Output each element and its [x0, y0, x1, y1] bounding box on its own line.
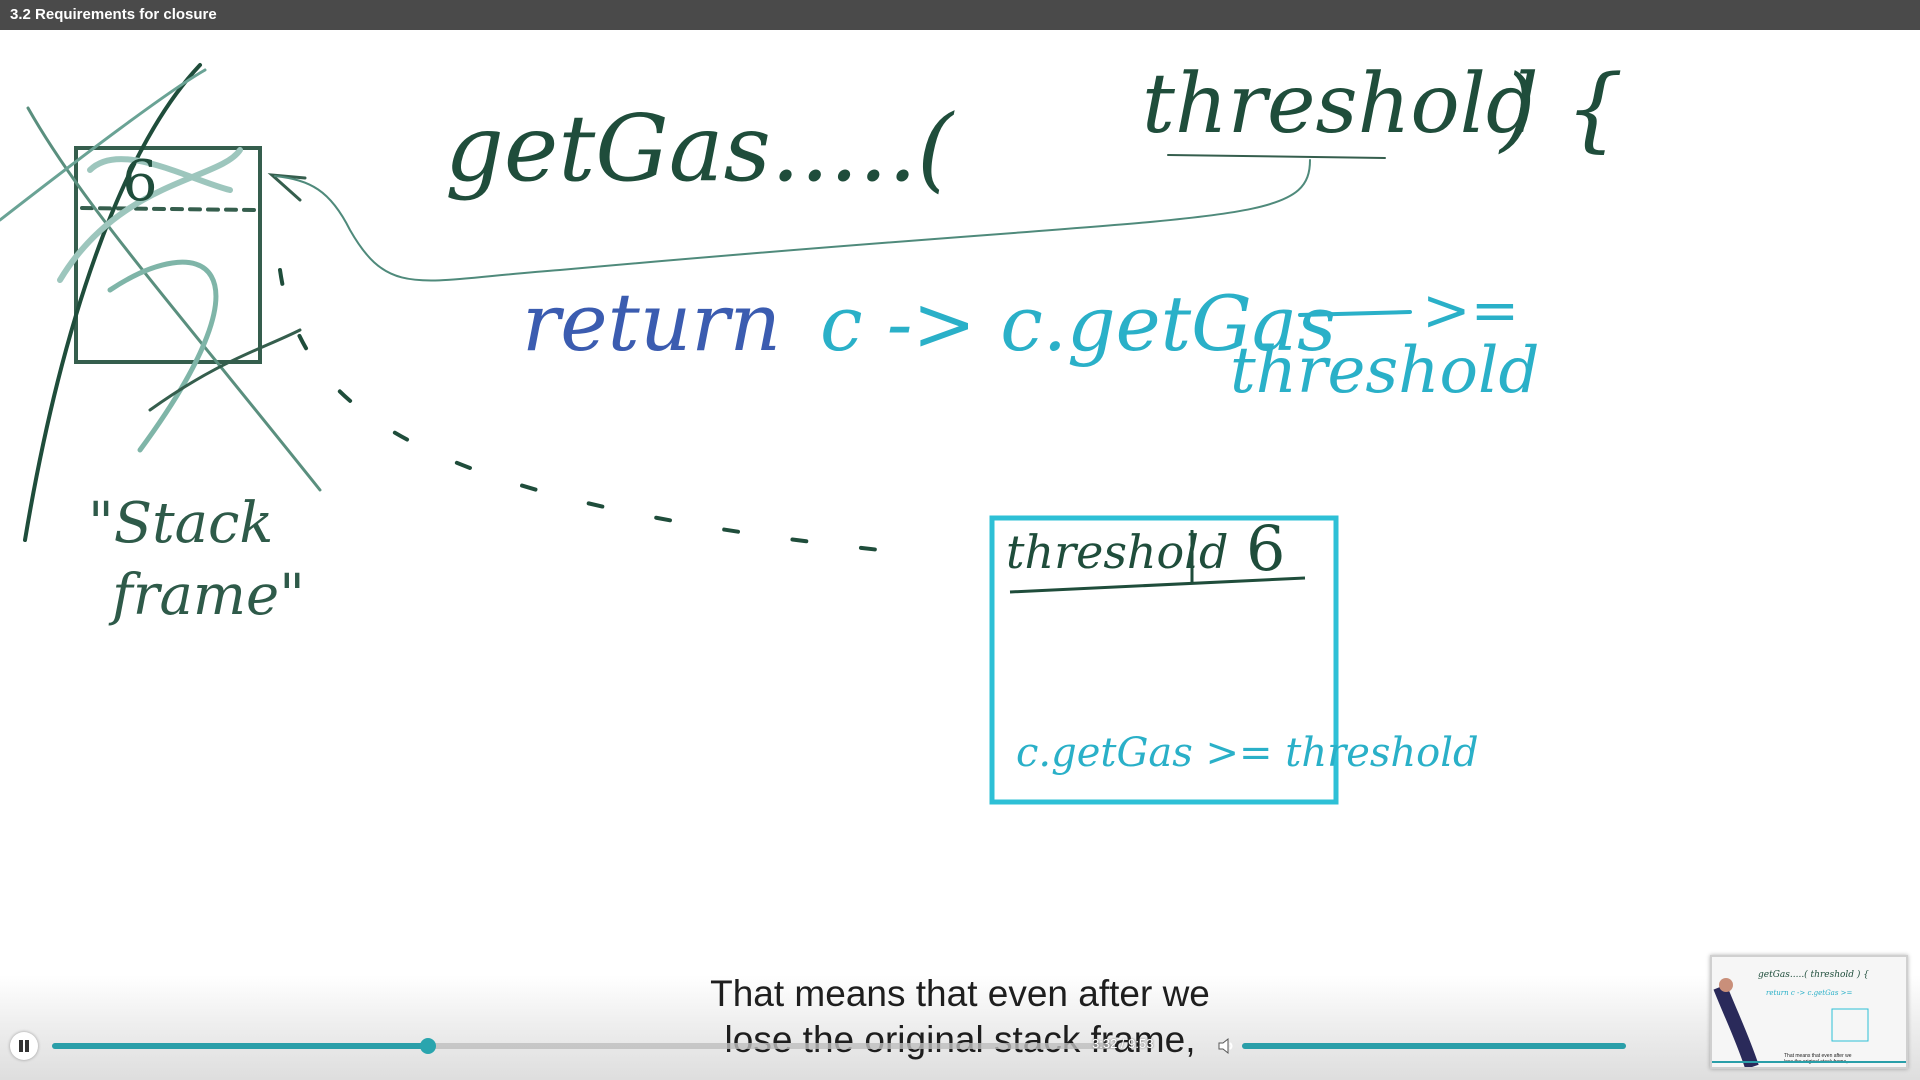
video-thumbnail-preview[interactable]: getGas.....( threshold ) { return c -> c…: [1710, 955, 1908, 1069]
pause-button[interactable]: [10, 1032, 38, 1060]
subtitle-line-2: lose the original stack frame,: [724, 1019, 1196, 1060]
svg-text:return c -> c.getGas >=: return c -> c.getGas >=: [1766, 989, 1853, 997]
subtitle-line-1: That means that even after we: [710, 973, 1210, 1014]
brace-text: ) {: [1498, 55, 1624, 162]
volume-slider-level: [1242, 1043, 1626, 1049]
signature-text: getGas.....(: [445, 95, 955, 202]
time-display: 3:32 / 9:53: [1092, 1036, 1154, 1051]
lambda-rhs: threshold: [1230, 334, 1539, 408]
pause-icon: [19, 1040, 23, 1052]
whiteboard: 6 "Stack frame" getGas.....( threshold )…: [0, 55, 1624, 805]
svg-text:getGas.....( threshold ) {: getGas.....( threshold ) {: [1758, 969, 1869, 980]
window-title: 3.2 Requirements for closure: [0, 0, 1920, 30]
video-stage[interactable]: 6 "Stack frame" getGas.....( threshold )…: [0, 30, 1920, 1080]
thumbnail-image: getGas.....( threshold ) { return c -> c…: [1712, 957, 1906, 1067]
stack-frame-label-2: frame": [108, 563, 305, 628]
return-keyword: return: [522, 276, 781, 369]
seek-bar-progress: [52, 1043, 429, 1049]
stack-frame-label-1: "Stack: [88, 491, 273, 556]
closure-val: 6: [1246, 512, 1285, 585]
pause-icon-bar: [25, 1040, 29, 1052]
stack-value: 6: [122, 149, 158, 214]
closure-body: c.getGas >= threshold: [1016, 730, 1479, 776]
closure-var: threshold: [1006, 525, 1228, 579]
param-text: threshold: [1142, 57, 1538, 152]
volume-slider[interactable]: [1242, 1043, 1626, 1049]
seek-bar[interactable]: [52, 1038, 1112, 1054]
volume-icon[interactable]: [1216, 1036, 1236, 1056]
